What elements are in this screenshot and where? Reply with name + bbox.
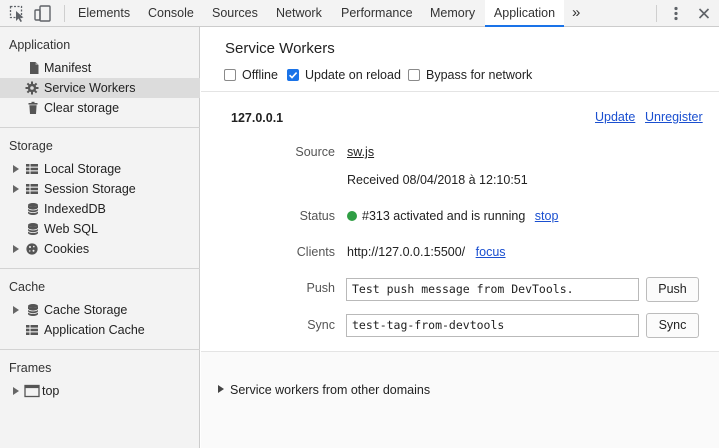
- sidebar-item-label: IndexedDB: [44, 202, 106, 216]
- database-icon: [26, 303, 40, 317]
- clients-value: http://127.0.0.1:5500/ focus: [347, 245, 506, 259]
- other-domains-section: [201, 352, 719, 448]
- worker-origin: 127.0.0.1: [231, 111, 284, 125]
- database-icon: [26, 222, 40, 236]
- status-value: #313 activated and is running stop: [347, 209, 558, 223]
- file-icon: [27, 61, 41, 75]
- close-icon[interactable]: [694, 4, 714, 23]
- offline-label: Offline: [242, 68, 278, 82]
- stop-link[interactable]: stop: [535, 209, 559, 223]
- sidebar-item-clear-storage[interactable]: Clear storage: [0, 98, 200, 118]
- clients-label: Clients: [296, 245, 335, 259]
- unregister-link[interactable]: Unregister: [645, 110, 703, 124]
- tab-memory[interactable]: Memory: [430, 0, 475, 27]
- cookie-icon: [25, 242, 39, 256]
- frame-icon: [24, 384, 40, 398]
- sidebar-divider: [0, 127, 200, 128]
- source-link[interactable]: sw.js: [347, 145, 374, 159]
- grid-icon: [25, 162, 39, 176]
- client-url: http://127.0.0.1:5500/: [347, 245, 466, 259]
- sidebar-item-label: Session Storage: [44, 182, 136, 196]
- page-title: Service Workers: [225, 40, 335, 57]
- tab-sources[interactable]: Sources: [212, 0, 258, 27]
- sidebar-item-label: Cookies: [44, 242, 90, 256]
- status-label: Status: [299, 209, 335, 223]
- sidebar-item-label: Web SQL: [44, 222, 98, 236]
- expand-triangle-icon[interactable]: [13, 306, 19, 314]
- update-link[interactable]: Update: [595, 110, 635, 124]
- received-timestamp: Received 08/04/2018 à 12:10:51: [347, 173, 528, 187]
- gear-icon: [25, 81, 39, 95]
- expand-triangle-icon[interactable]: [13, 185, 19, 193]
- tab-elements[interactable]: Elements: [78, 0, 130, 27]
- tab-console[interactable]: Console: [148, 0, 194, 27]
- sidebar: Application Manifest Service Workers Cle…: [0, 27, 200, 448]
- sync-input[interactable]: test-tag-from-devtools: [346, 314, 639, 337]
- sync-label: Sync: [307, 318, 335, 332]
- push-label: Push: [306, 281, 336, 295]
- section-divider: [201, 91, 719, 92]
- source-label: Source: [295, 145, 335, 159]
- sidebar-section-frames: Frames: [9, 361, 52, 375]
- sidebar-item-cookies[interactable]: Cookies: [0, 239, 200, 259]
- sidebar-item-label: top: [42, 384, 60, 398]
- devtools-toolbar: Elements Console Sources Network Perform…: [0, 0, 719, 27]
- sidebar-item-label: Clear storage: [44, 101, 120, 115]
- push-input[interactable]: Test push message from DevTools.: [346, 278, 639, 301]
- sync-button[interactable]: Sync: [646, 313, 699, 338]
- sidebar-item-web-sql[interactable]: Web SQL: [0, 219, 200, 239]
- push-button[interactable]: Push: [646, 277, 699, 302]
- sidebar-item-cache-storage[interactable]: Cache Storage: [0, 300, 200, 320]
- sidebar-item-manifest[interactable]: Manifest: [0, 58, 200, 78]
- kebab-menu-icon[interactable]: [666, 4, 686, 23]
- database-icon: [26, 202, 40, 216]
- toolbar-separator: [64, 5, 65, 22]
- sidebar-item-label: Application Cache: [44, 323, 145, 337]
- sidebar-divider: [0, 268, 200, 269]
- service-workers-panel: Service Workers Offline Update on reload…: [201, 27, 719, 448]
- sidebar-item-session-storage[interactable]: Session Storage: [0, 179, 200, 199]
- grid-icon: [25, 323, 39, 337]
- status-dot-icon: [347, 211, 357, 221]
- sidebar-item-application-cache[interactable]: Application Cache: [0, 320, 200, 340]
- bypass-for-network-label: Bypass for network: [426, 68, 533, 82]
- sidebar-item-label: Manifest: [44, 61, 92, 75]
- sidebar-item-label: Local Storage: [44, 162, 122, 176]
- tab-application[interactable]: Application: [485, 0, 564, 27]
- more-tabs-button[interactable]: »: [572, 0, 580, 27]
- status-text: #313 activated and is running: [362, 209, 526, 223]
- bypass-for-network-checkbox[interactable]: [408, 69, 420, 81]
- sidebar-section-application: Application: [9, 38, 71, 52]
- sidebar-item-local-storage[interactable]: Local Storage: [0, 159, 200, 179]
- expand-triangle-icon[interactable]: [218, 385, 224, 393]
- sidebar-item-label: Service Workers: [44, 81, 136, 95]
- sidebar-item-top-frame[interactable]: top: [0, 381, 200, 401]
- update-on-reload-label: Update on reload: [305, 68, 401, 82]
- toolbar-separator: [656, 5, 657, 22]
- sidebar-item-service-workers[interactable]: Service Workers: [0, 78, 200, 98]
- sidebar-section-storage: Storage: [9, 139, 53, 153]
- sidebar-item-indexeddb[interactable]: IndexedDB: [0, 199, 200, 219]
- expand-triangle-icon[interactable]: [13, 245, 19, 253]
- tab-network[interactable]: Network: [276, 0, 322, 27]
- tab-performance[interactable]: Performance: [341, 0, 413, 27]
- checkmark-icon: [289, 72, 298, 79]
- focus-link[interactable]: focus: [476, 245, 506, 259]
- device-toolbar-icon[interactable]: [33, 4, 53, 23]
- offline-checkbox[interactable]: [224, 69, 236, 81]
- update-on-reload-checkbox[interactable]: [287, 69, 299, 81]
- expand-triangle-icon[interactable]: [13, 387, 19, 395]
- other-domains-toggle[interactable]: Service workers from other domains: [230, 383, 430, 397]
- expand-triangle-icon[interactable]: [13, 165, 19, 173]
- trash-icon: [26, 101, 40, 115]
- grid-icon: [25, 182, 39, 196]
- sidebar-section-cache: Cache: [9, 280, 46, 294]
- sidebar-item-label: Cache Storage: [44, 303, 128, 317]
- sidebar-divider: [0, 349, 200, 350]
- inspect-element-icon[interactable]: [8, 4, 28, 23]
